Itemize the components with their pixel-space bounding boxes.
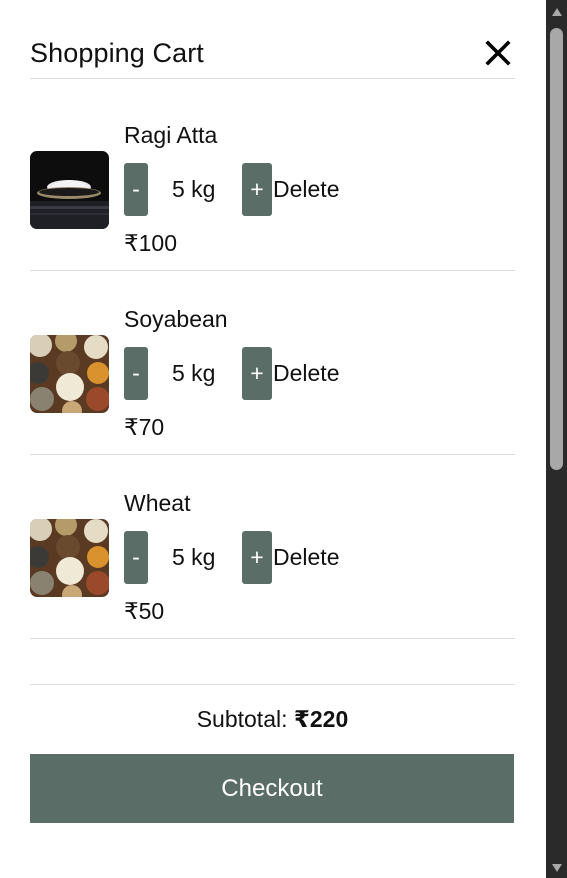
item-name: Wheat [124, 490, 191, 516]
increase-quantity-button[interactable]: + [242, 163, 272, 216]
scroll-down-arrow-icon[interactable] [546, 858, 567, 878]
cart-item: Wheat - 5 kg + Delete ₹50 [30, 455, 515, 639]
checkout-button[interactable]: Checkout [30, 754, 514, 823]
quantity-stepper: - 5 kg + Delete [124, 347, 384, 400]
increase-quantity-button[interactable]: + [242, 531, 272, 584]
close-button[interactable] [485, 36, 515, 70]
item-price: ₹100 [124, 230, 178, 256]
quantity-stepper: - 5 kg + Delete [124, 163, 384, 216]
decrease-quantity-button[interactable]: - [124, 347, 148, 400]
quantity-value: 5 kg [172, 544, 216, 570]
shopping-cart-panel: Shopping Cart Ragi Atta - 5 kg + Delete … [0, 0, 546, 878]
cart-header: Shopping Cart [30, 36, 515, 79]
footer-divider [30, 684, 515, 685]
product-image-soyabean [30, 335, 109, 413]
cart-item: Ragi Atta - 5 kg + Delete ₹100 [30, 87, 515, 271]
decrease-quantity-button[interactable]: - [124, 531, 148, 584]
close-icon [485, 40, 511, 66]
scrollbar-thumb[interactable] [550, 28, 563, 470]
product-image-ragi-atta [30, 151, 109, 229]
subtotal: Subtotal: ₹220 [30, 706, 515, 733]
increase-quantity-button[interactable]: + [242, 347, 272, 400]
delete-item-button[interactable]: Delete [273, 544, 339, 571]
item-name: Ragi Atta [124, 122, 218, 148]
item-price: ₹50 [124, 598, 165, 624]
subtotal-value: ₹220 [293, 706, 349, 732]
item-price: ₹70 [124, 414, 165, 440]
cart-item: Soyabean - 5 kg + Delete ₹70 [30, 271, 515, 455]
delete-item-button[interactable]: Delete [273, 176, 339, 203]
product-image-wheat [30, 519, 109, 597]
vertical-scrollbar[interactable] [546, 0, 567, 878]
cart-items-list: Ragi Atta - 5 kg + Delete ₹100 Soyabean … [30, 87, 515, 639]
quantity-value: 5 kg [172, 360, 216, 386]
delete-item-button[interactable]: Delete [273, 360, 339, 387]
item-name: Soyabean [124, 306, 228, 332]
scroll-up-arrow-icon[interactable] [546, 2, 567, 22]
decrease-quantity-button[interactable]: - [124, 163, 148, 216]
subtotal-label: Subtotal: [196, 706, 288, 732]
cart-title: Shopping Cart [30, 38, 204, 68]
quantity-stepper: - 5 kg + Delete [124, 531, 384, 584]
quantity-value: 5 kg [172, 176, 216, 202]
